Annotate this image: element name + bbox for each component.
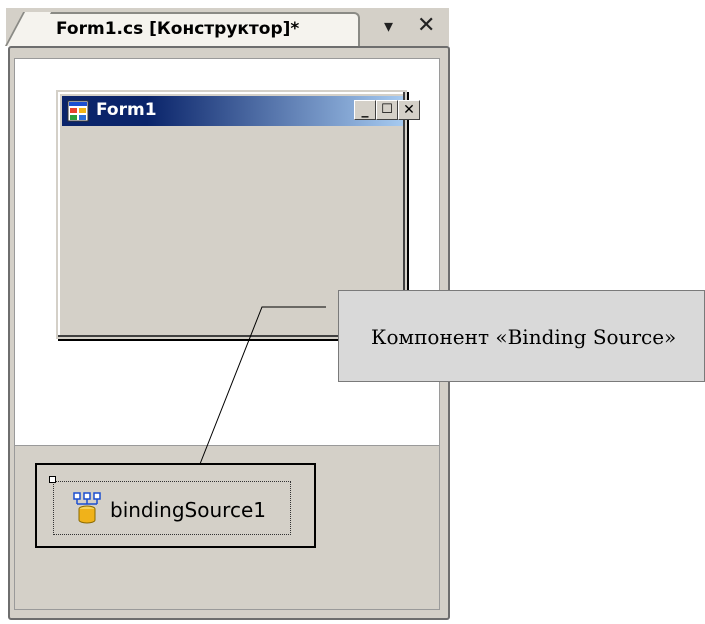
callout-label: Компонент «Binding Source» — [371, 325, 677, 349]
selection-handle[interactable] — [49, 476, 56, 483]
binding-source-label[interactable]: bindingSource1 — [110, 497, 266, 523]
binding-source-icon — [73, 492, 101, 524]
callout-box: Компонент «Binding Source» — [338, 290, 705, 382]
